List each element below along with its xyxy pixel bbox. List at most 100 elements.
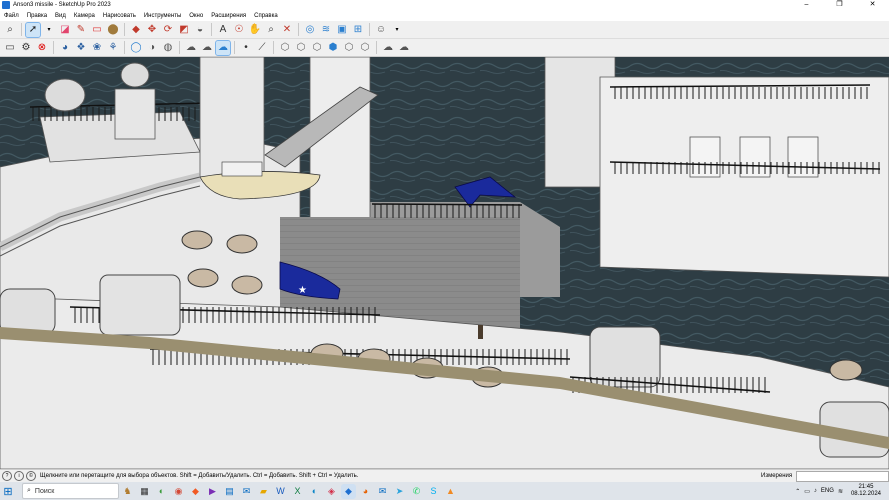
taskbar-search[interactable]: ⌕ Поиск	[22, 483, 119, 499]
search-icon[interactable]: ⌕	[3, 23, 17, 37]
toolbar-divider	[234, 41, 235, 54]
ship-model-scene[interactable]: ★	[0, 57, 889, 469]
aft-railing	[610, 87, 870, 99]
view-top-icon[interactable]: ⬡	[294, 41, 308, 55]
chrome-icon[interactable]: ◉	[171, 484, 186, 499]
move-icon[interactable]: ✥	[145, 23, 159, 37]
word-icon[interactable]: W	[273, 484, 288, 499]
maximize-button[interactable]: ❐	[823, 0, 856, 10]
orbit-icon[interactable]: ☉	[232, 23, 246, 37]
dot-icon[interactable]: •	[239, 41, 253, 55]
secondary-toolbar: ▭ ⚙ ⊗ ◕ ❖ ❀ ⚘ ◯ ◑ ◍ ☁ ☁ ☁ • ⟋ ⬡ ⬡ ⬡ ⬢ ⬡ …	[0, 39, 889, 57]
credits-icon[interactable]: ©	[26, 471, 36, 481]
excel-icon[interactable]: X	[290, 484, 305, 499]
menu-draw[interactable]: Нарисовать	[99, 13, 140, 19]
measurements-input[interactable]	[796, 471, 889, 482]
folder-icon[interactable]: ▰	[256, 484, 271, 499]
view-back-icon[interactable]: ⬡	[342, 41, 356, 55]
wifi-icon[interactable]: ≋	[838, 488, 843, 495]
back-edges-icon[interactable]: ◑	[145, 41, 159, 55]
select-arrow-icon[interactable]: ➚	[25, 21, 41, 38]
menu-edit[interactable]: Правка	[23, 13, 51, 19]
task-view-icon[interactable]: ▦	[137, 484, 152, 499]
start-button[interactable]: ⊞	[0, 482, 16, 500]
styles-icon[interactable]: ◕	[58, 41, 72, 55]
view-front-icon[interactable]: ⬡	[310, 41, 324, 55]
push-pull-icon[interactable]: ◆	[129, 23, 143, 37]
windows-taskbar: ⊞ ⌕ Поиск ♞ ▦ ◐ ◉ ◆ ▶ ▤ ✉ ▰ W X ◐ ◈ ◆ ◕ …	[0, 482, 889, 500]
download-icon[interactable]: ☁	[184, 41, 198, 55]
tag-icon[interactable]: ❖	[74, 41, 88, 55]
photos-icon[interactable]: ◈	[324, 484, 339, 499]
wireframe-icon[interactable]: ◍	[161, 41, 175, 55]
chevron-up-icon[interactable]: ⌃	[795, 488, 800, 495]
scale-icon[interactable]: ◩	[177, 23, 191, 37]
tape-measure-icon[interactable]: ◒	[193, 23, 207, 37]
vlc-icon[interactable]: ▲	[443, 484, 458, 499]
firefox-icon[interactable]: ◕	[358, 484, 373, 499]
skype-icon[interactable]: S	[426, 484, 441, 499]
menu-view[interactable]: Вид	[51, 13, 70, 19]
volume-icon[interactable]: ♪	[814, 488, 817, 494]
folder-open-icon[interactable]: ▭	[3, 41, 17, 55]
3d-viewport[interactable]: ★	[0, 57, 889, 469]
network-icon[interactable]: ▭	[804, 488, 810, 495]
view-right-icon[interactable]: ⬢	[326, 41, 340, 55]
menu-camera[interactable]: Камера	[70, 13, 99, 19]
paint-bucket-icon[interactable]: ⬤	[106, 23, 120, 37]
language-indicator[interactable]: ENG	[821, 488, 834, 494]
clock[interactable]: 21:45 08.12.2024	[849, 484, 883, 498]
dropdown-chevron-icon[interactable]: ▾	[390, 23, 404, 37]
zoom-extents-icon[interactable]: ✕	[280, 23, 294, 37]
pan-icon[interactable]: ✋	[248, 23, 262, 37]
extension-icon[interactable]: ⊞	[351, 23, 365, 37]
search-icon: ⌕	[27, 487, 31, 494]
toolbar-divider	[298, 23, 299, 36]
warehouse-icon[interactable]: ▣	[335, 23, 349, 37]
sync-icon[interactable]: ☁	[215, 39, 231, 56]
menu-window[interactable]: Окно	[185, 13, 207, 19]
gear-icon[interactable]: ⚙	[19, 41, 33, 55]
xray-icon[interactable]: ◯	[129, 41, 143, 55]
person-icon[interactable]: ⚘	[106, 41, 120, 55]
media-icon[interactable]: ▶	[205, 484, 220, 499]
view-left-icon[interactable]: ⬡	[358, 41, 372, 55]
menu-extensions[interactable]: Расширения	[207, 13, 250, 19]
menu-tools[interactable]: Инструменты	[140, 13, 185, 19]
sketchup-icon[interactable]: ◆	[341, 483, 356, 499]
outlook-icon[interactable]: ✉	[239, 484, 254, 499]
info-icon[interactable]: ?	[2, 471, 12, 481]
window-controls: – ❐ ✕	[790, 0, 889, 10]
section-plane-icon[interactable]: ◎	[303, 23, 317, 37]
zoom-icon[interactable]: ⌕	[264, 23, 278, 37]
rectangle-icon[interactable]: ▭	[90, 23, 104, 37]
whatsapp-icon[interactable]: ✆	[409, 484, 424, 499]
sandbox-icon[interactable]: ≋	[319, 23, 333, 37]
profile-icon[interactable]: ☺	[374, 23, 388, 37]
upload-icon[interactable]: ☁	[200, 41, 214, 55]
dropdown-chevron-icon[interactable]: ▾	[42, 23, 56, 37]
android-icon[interactable]: ◐	[154, 484, 169, 499]
paint-icon[interactable]: ❀	[90, 41, 104, 55]
cloud-upload-icon[interactable]: ☁	[397, 41, 411, 55]
line-icon[interactable]: ⟋	[255, 41, 269, 55]
geolocation-icon[interactable]: i	[14, 471, 24, 481]
cancel-icon[interactable]: ⊗	[35, 41, 49, 55]
rotate-icon[interactable]: ⟳	[161, 23, 175, 37]
cloud-icon[interactable]: ☁	[381, 41, 395, 55]
edge-icon[interactable]: ◐	[307, 484, 322, 499]
menu-help[interactable]: Справка	[250, 13, 282, 19]
mail-icon[interactable]: ✉	[375, 484, 390, 499]
calendar-icon[interactable]: ▤	[222, 484, 237, 499]
telegram-icon[interactable]: ➤	[392, 484, 407, 499]
text-icon[interactable]: A	[216, 23, 230, 37]
view-iso-icon[interactable]: ⬡	[278, 41, 292, 55]
toolbar-divider	[124, 23, 125, 36]
close-button[interactable]: ✕	[856, 0, 889, 10]
menu-file[interactable]: Файл	[0, 13, 23, 19]
pencil-icon[interactable]: ✎	[74, 23, 88, 37]
minimize-button[interactable]: –	[790, 0, 823, 10]
giraffe-icon[interactable]: ♞	[120, 484, 135, 499]
eraser-icon[interactable]: ◪	[58, 23, 72, 37]
brave-icon[interactable]: ◆	[188, 484, 203, 499]
